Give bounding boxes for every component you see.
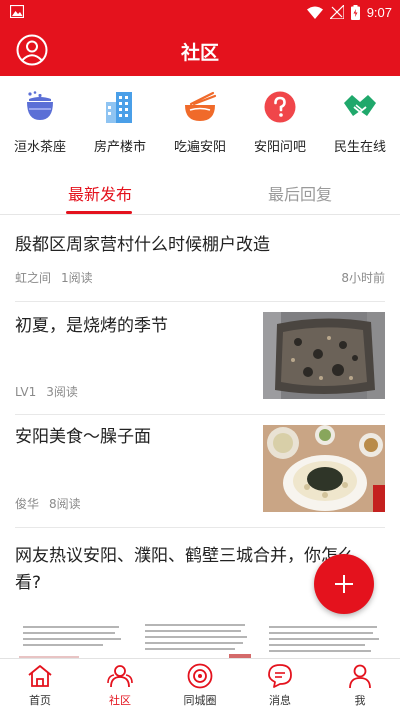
post-meta: 俊华 8阅读 xyxy=(15,495,91,512)
community-icon xyxy=(107,665,133,688)
post-time: 8小时前 xyxy=(341,271,385,285)
wifi-icon xyxy=(306,6,323,19)
post-title-line-2: 看? xyxy=(15,573,42,593)
bottom-nav: 首页 社区 同城圈 消息 我 xyxy=(0,658,400,711)
post-author: 虹之间 xyxy=(15,271,52,285)
status-bar: 9:07 xyxy=(0,0,400,24)
post-thumbnail-documents xyxy=(15,620,385,658)
nav-messages[interactable]: 消息 xyxy=(240,659,320,711)
teapot-icon xyxy=(27,91,53,120)
post-author: LV1 xyxy=(15,385,37,399)
category-eat-anyang[interactable]: 吃遍安阳 xyxy=(160,84,240,160)
buildings-icon xyxy=(106,92,132,123)
profile-icon xyxy=(349,664,371,689)
nav-label: 社区 xyxy=(109,694,131,707)
category-label: 房产楼市 xyxy=(93,140,146,155)
category-label: 民生在线 xyxy=(333,140,386,155)
post-item[interactable]: 安阳美食～臊子面 俊华 8阅读 xyxy=(0,415,400,527)
signal-off-icon xyxy=(329,5,344,19)
handshake-icon xyxy=(344,95,376,116)
nav-label: 同城圈 xyxy=(183,694,217,707)
create-post-button[interactable] xyxy=(314,554,374,614)
category-anyang-qa[interactable]: 安阳问吧 xyxy=(240,84,320,160)
category-real-estate[interactable]: 房产楼市 xyxy=(80,84,160,160)
active-tab-indicator xyxy=(66,211,132,214)
app-header: 社区 xyxy=(0,24,400,76)
category-label: 吃遍安阳 xyxy=(173,140,226,155)
nav-city-circle[interactable]: 同城圈 xyxy=(160,659,240,711)
post-reads: 1阅读 xyxy=(61,271,93,285)
nav-profile[interactable]: 我 xyxy=(320,659,400,711)
home-icon xyxy=(28,665,52,687)
category-livelihood-online[interactable]: 民生在线 xyxy=(320,84,400,160)
post-item[interactable]: 殷都区周家营村什么时候棚户改造 虹之间 1阅读 8小时前 xyxy=(0,216,400,302)
city-circle-icon xyxy=(187,663,213,689)
message-icon xyxy=(268,664,292,688)
feed-tabs: 最新发布 最后回复 xyxy=(0,168,400,215)
image-notification-icon xyxy=(10,5,24,18)
post-title: 安阳美食～臊子面 xyxy=(15,427,151,447)
noodle-bowl-icon xyxy=(185,91,217,121)
nav-community[interactable]: 社区 xyxy=(80,659,160,711)
category-huanshui-teahouse[interactable]: 洹水茶座 xyxy=(0,84,80,160)
battery-charging-icon xyxy=(350,4,360,20)
category-label: 安阳问吧 xyxy=(253,140,306,155)
post-reads: 3阅读 xyxy=(46,385,78,399)
post-meta: 虹之间 1阅读 xyxy=(15,269,103,286)
nav-label: 首页 xyxy=(29,694,51,707)
question-icon xyxy=(264,91,296,123)
nav-home[interactable]: 首页 xyxy=(0,659,80,711)
post-title: 殷都区周家营村什么时候棚户改造 xyxy=(15,235,270,255)
category-label: 洹水茶座 xyxy=(13,140,66,155)
tab-last-reply[interactable]: 最后回复 xyxy=(268,181,332,205)
nav-label: 消息 xyxy=(269,694,291,707)
post-title-line-1: 网友热议安阳、濮阳、鹤壁三城合并，你怎么 xyxy=(15,546,355,566)
post-title: 初夏，是烧烤的季节 xyxy=(15,316,168,336)
post-reads: 8阅读 xyxy=(49,497,81,511)
nav-label: 我 xyxy=(354,694,366,707)
page-title: 社区 xyxy=(180,42,219,64)
post-item[interactable]: 初夏，是烧烤的季节 LV1 3阅读 xyxy=(0,302,400,414)
status-time: 9:07 xyxy=(366,4,392,20)
post-thumbnail-bbq xyxy=(263,312,385,399)
post-thumbnail-noodles xyxy=(263,425,385,512)
post-author: 俊华 xyxy=(15,497,40,511)
post-meta: LV1 3阅读 xyxy=(15,383,88,400)
tab-latest[interactable]: 最新发布 xyxy=(68,181,132,205)
category-row: 洹水茶座 房产楼市 吃遍安阳 安阳问吧 民生在线 xyxy=(0,84,400,160)
